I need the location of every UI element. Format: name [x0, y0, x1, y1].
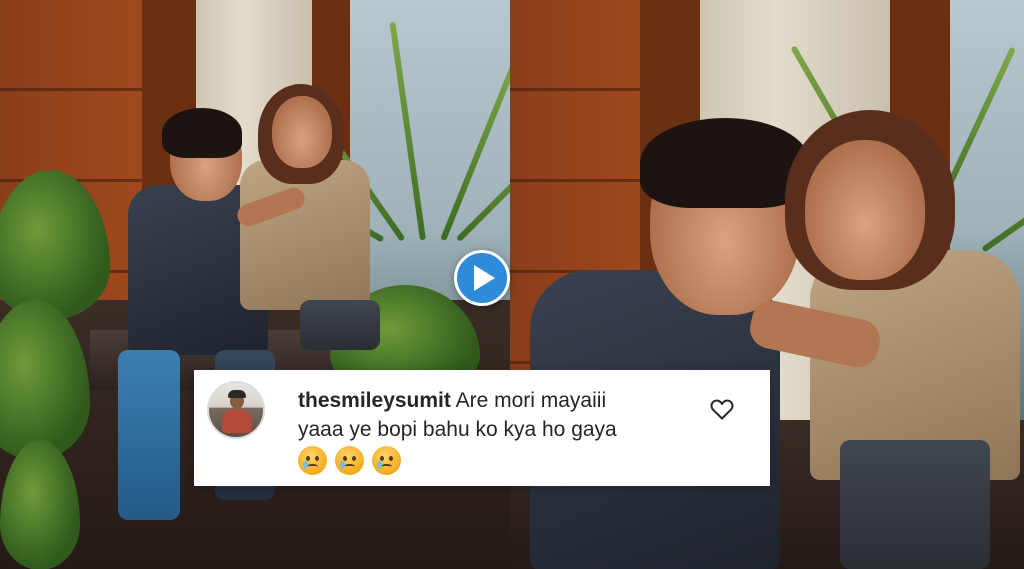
crying-face-icon: [335, 446, 364, 475]
comment-card: thesmileysumit Are mori mayaiii yaaa ye …: [194, 370, 770, 486]
comment-body-line2: yaaa ye bopi bahu ko kya ho gaya: [298, 418, 617, 441]
play-button[interactable]: [454, 250, 510, 306]
profile-avatar[interactable]: [207, 381, 265, 439]
emoji-row: [298, 446, 401, 475]
crying-face-icon: [298, 446, 327, 475]
comment-body-line1: Are mori mayaiii: [455, 389, 607, 412]
comment-username[interactable]: thesmileysumit: [298, 389, 451, 412]
crying-face-icon: [372, 446, 401, 475]
heart-outline-icon[interactable]: [710, 398, 734, 420]
play-icon: [474, 265, 495, 291]
comment-text: thesmileysumit Are mori mayaiii yaaa ye …: [298, 386, 698, 444]
